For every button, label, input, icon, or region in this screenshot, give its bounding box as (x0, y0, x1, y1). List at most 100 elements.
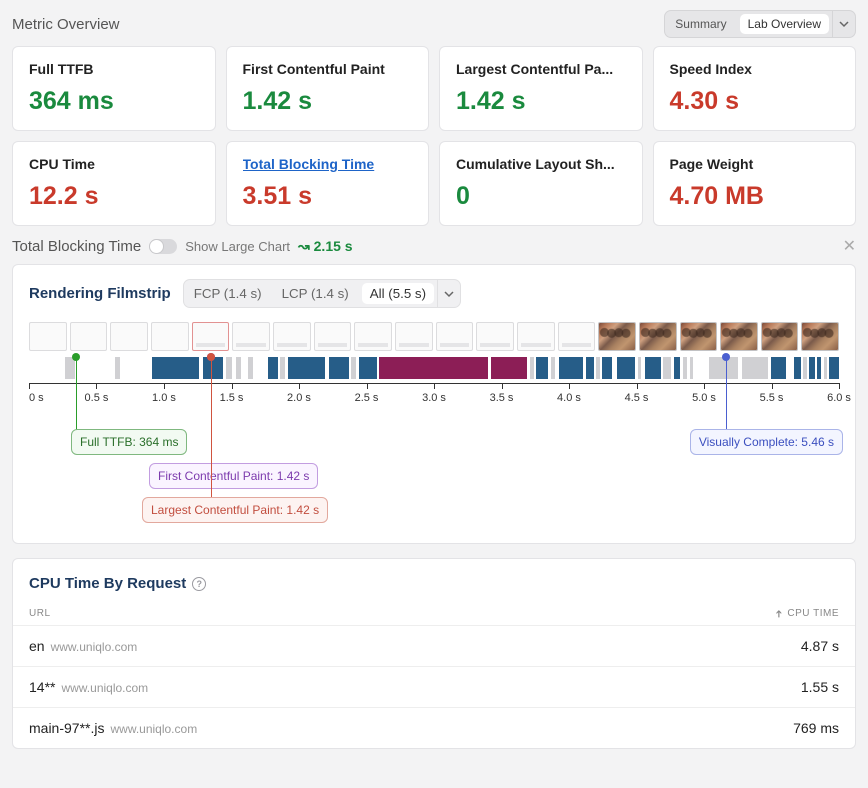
filmstrip-thumb[interactable] (395, 322, 433, 351)
activity-segment (329, 357, 349, 379)
cpu-row-url: enwww.uniqlo.com (29, 638, 137, 654)
view-more-chevron-icon[interactable] (832, 11, 855, 37)
metric-cards-grid: Full TTFB364 msFirst Contentful Paint1.4… (0, 46, 868, 131)
activity-segment (809, 357, 815, 379)
metric-label: Full TTFB (29, 61, 199, 77)
cpu-col-time[interactable]: ➔ CPU TIME (775, 608, 840, 619)
activity-segment (226, 357, 232, 379)
metric-value: 0 (456, 182, 626, 211)
tab-lab-overview[interactable]: Lab Overview (740, 14, 829, 34)
filmstrip-range-fcp[interactable]: FCP (1.4 s) (184, 280, 272, 307)
activity-segment (690, 357, 693, 379)
timeline-markers: Full TTFB: 364 msFirst Contentful Paint:… (29, 399, 839, 529)
activity-segment (824, 357, 827, 379)
activity-segment (817, 357, 821, 379)
metric-card[interactable]: Largest Contentful Pa...1.42 s (439, 46, 643, 131)
filmstrip-thumbs (13, 322, 855, 351)
metric-cards-grid-2: CPU Time12.2 s Total Blocking Time 3.51 s C… (0, 141, 868, 226)
metric-card[interactable]: Full TTFB364 ms (12, 46, 216, 131)
filmstrip-thumb[interactable] (436, 322, 474, 351)
cpu-row[interactable]: 14**www.uniqlo.com1.55 s (13, 666, 855, 707)
filmstrip-thumb[interactable] (192, 322, 230, 351)
activity-segment (152, 357, 199, 379)
view-segmented-control[interactable]: Summary Lab Overview (664, 10, 856, 38)
axis-tick (164, 383, 165, 389)
activity-segment (115, 357, 120, 379)
filmstrip-thumb[interactable] (476, 322, 514, 351)
metric-card[interactable]: Total Blocking Time 3.51 s (226, 141, 430, 226)
activity-segment (683, 357, 686, 379)
filmstrip-thumb[interactable] (70, 322, 108, 351)
filmstrip-range-segmented[interactable]: FCP (1.4 s) LCP (1.4 s) All (5.5 s) (183, 279, 461, 308)
filmstrip-thumb[interactable] (151, 322, 189, 351)
axis-tick (637, 383, 638, 389)
activity-segment (645, 357, 661, 379)
marker-line (211, 357, 212, 501)
activity-segment (559, 357, 583, 379)
cpu-row-time: 769 ms (793, 720, 839, 736)
axis-tick (232, 383, 233, 389)
filmstrip-thumb[interactable] (558, 322, 596, 351)
metric-card[interactable]: First Contentful Paint1.42 s (226, 46, 430, 131)
axis-tick (772, 383, 773, 389)
filmstrip-range-all[interactable]: All (5.5 s) (362, 283, 434, 304)
metric-card[interactable]: Page Weight 4.70 MB (653, 141, 857, 226)
help-icon[interactable]: ? (192, 577, 206, 591)
filmstrip-thumb[interactable] (598, 322, 636, 351)
filmstrip-thumb[interactable] (680, 322, 718, 351)
filmstrip-thumb[interactable] (720, 322, 758, 351)
metric-label: Cumulative Layout Sh... (456, 156, 626, 172)
cpu-row-time: 4.87 s (801, 638, 839, 654)
filmstrip-thumb[interactable] (801, 322, 839, 351)
activity-segment (829, 357, 839, 379)
tab-summary[interactable]: Summary (665, 11, 736, 37)
filmstrip-thumb[interactable] (354, 322, 392, 351)
marker-line (76, 357, 77, 433)
tbt-delta: ↝ 2.15 s (298, 238, 353, 255)
cpu-row[interactable]: enwww.uniqlo.com 4.87 s (13, 625, 855, 666)
activity-segment (742, 357, 768, 379)
activity-segment (288, 357, 324, 379)
metric-label: First Contentful Paint (243, 61, 413, 77)
activity-segment (359, 357, 377, 379)
activity-segment (536, 357, 548, 379)
metric-label: Total Blocking Time (243, 156, 413, 172)
axis-tick (434, 383, 435, 389)
activity-segment (530, 357, 534, 379)
cpu-row[interactable]: main-97**.jswww.uniqlo.com769 ms (13, 707, 855, 748)
show-large-chart-label: Show Large Chart (185, 239, 290, 254)
metric-card[interactable]: Cumulative Layout Sh... 0 (439, 141, 643, 226)
axis-tick (367, 383, 368, 389)
filmstrip-thumb[interactable] (110, 322, 148, 351)
metric-value: 4.30 s (670, 87, 840, 116)
filmstrip-thumb[interactable] (29, 322, 67, 351)
show-large-chart-toggle[interactable] (149, 239, 177, 254)
filmstrip-thumb[interactable] (517, 322, 555, 351)
marker-dot-icon (72, 353, 80, 361)
marker-label: Largest Contentful Paint: 1.42 s (142, 497, 328, 523)
filmstrip-thumb[interactable] (761, 322, 799, 351)
page-title: Metric Overview (12, 16, 120, 33)
activity-segment (771, 357, 786, 379)
activity-segment (491, 357, 527, 379)
metric-value: 3.51 s (243, 182, 413, 211)
axis-tick (839, 383, 840, 389)
metric-card[interactable]: CPU Time12.2 s (12, 141, 216, 226)
filmstrip-thumb[interactable] (273, 322, 311, 351)
axis-tick (96, 383, 97, 389)
close-icon[interactable]: ✕ (843, 236, 856, 256)
metric-label: Page Weight (670, 156, 840, 172)
metric-value: 4.70 MB (670, 182, 840, 211)
activity-segment (663, 357, 671, 379)
activity-segment (248, 357, 253, 379)
metric-label: Largest Contentful Pa... (456, 61, 626, 77)
cpu-col-url[interactable]: URL (29, 608, 51, 619)
metric-card[interactable]: Speed Index4.30 s (653, 46, 857, 131)
filmstrip-range-chevron-icon[interactable] (437, 280, 460, 307)
filmstrip-thumb[interactable] (639, 322, 677, 351)
filmstrip-thumb[interactable] (314, 322, 352, 351)
filmstrip-thumb[interactable] (232, 322, 270, 351)
axis-tick (299, 383, 300, 389)
cpu-time-panel: CPU Time By Request ? URL ➔ CPU TIME enw… (12, 558, 856, 749)
filmstrip-range-lcp[interactable]: LCP (1.4 s) (272, 280, 359, 307)
